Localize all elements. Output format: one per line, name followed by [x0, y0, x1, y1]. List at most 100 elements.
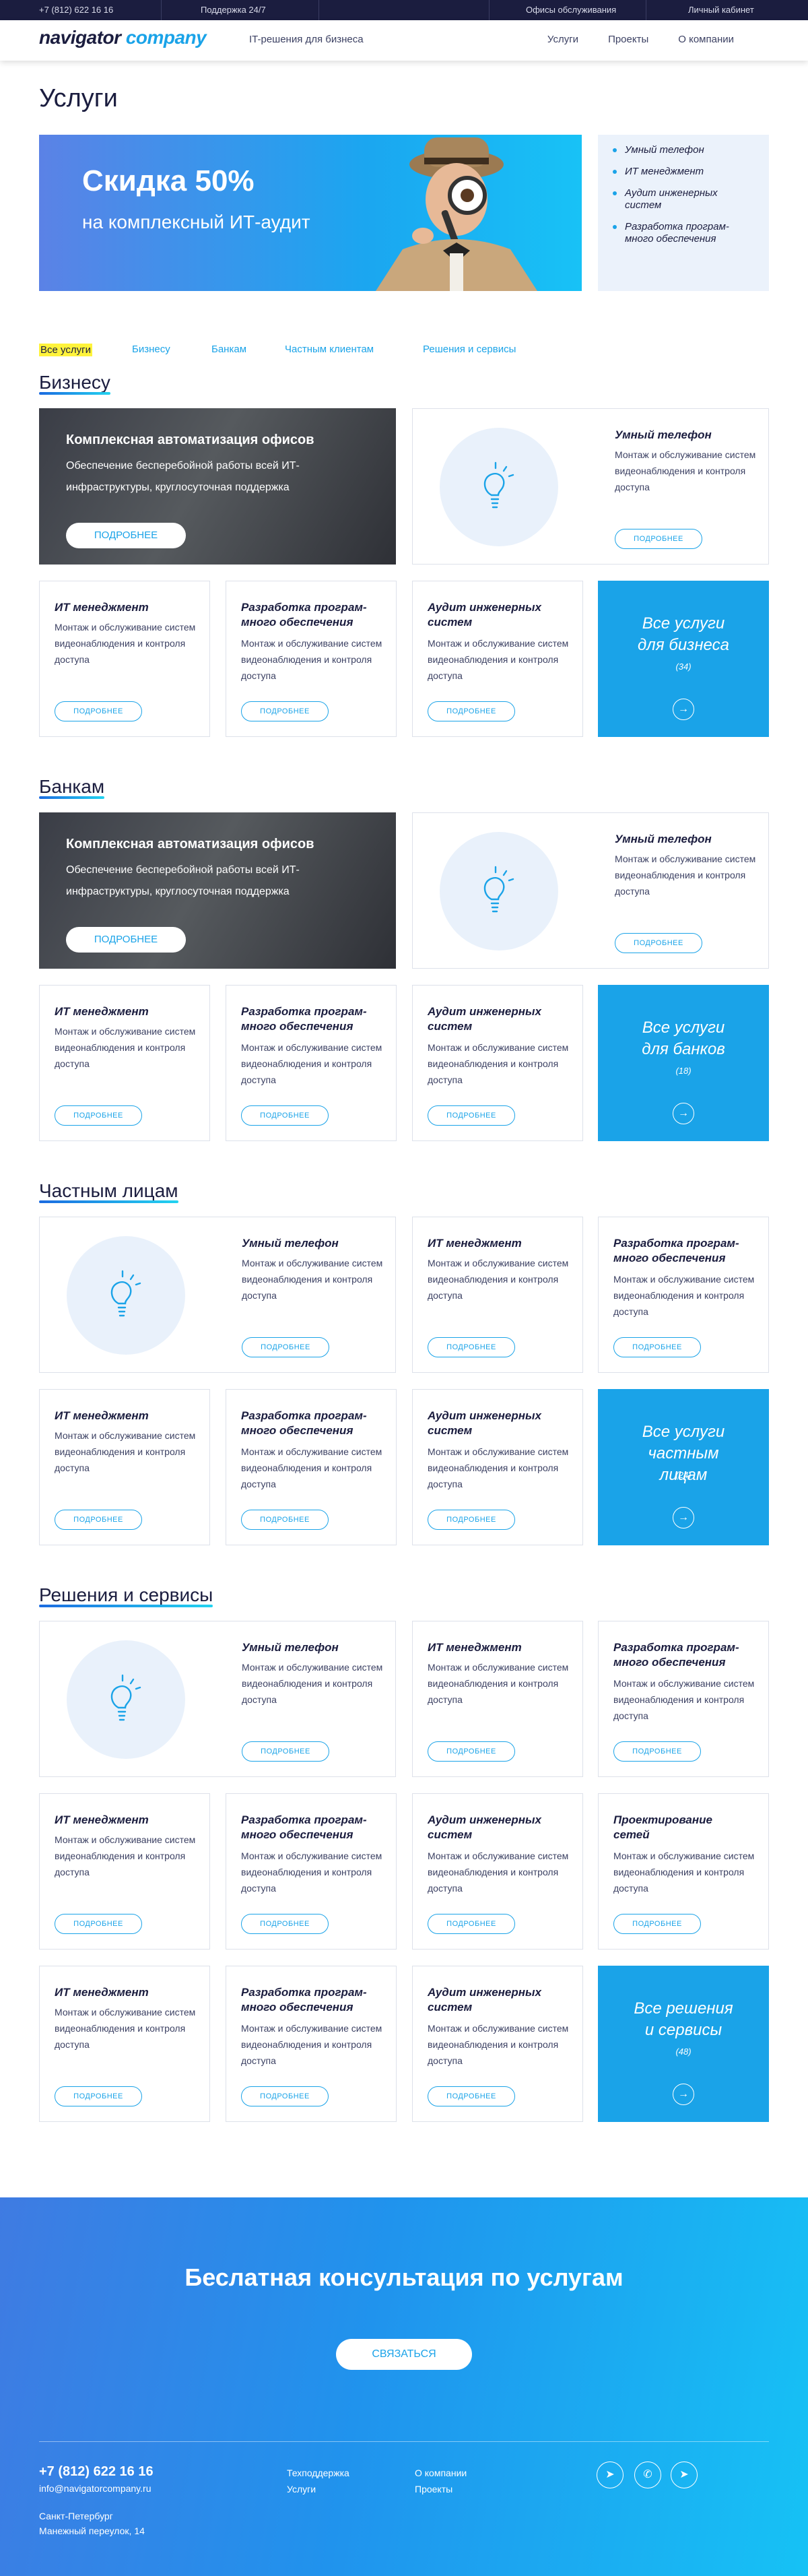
- top-support-link[interactable]: Поддержка 24/7: [162, 0, 319, 20]
- filter-all[interactable]: Все услуги: [39, 344, 92, 356]
- hero-list-item[interactable]: Разработка програм-много обеспечения: [613, 221, 755, 245]
- whatsapp-icon[interactable]: ✆: [634, 2461, 661, 2488]
- service-card[interactable]: ИТ менеджмент Монтаж и обслуживание сист…: [412, 1621, 583, 1777]
- arrow-right-icon[interactable]: →: [673, 2084, 694, 2105]
- all-services-card[interactable]: Все услуги для банков (18) →: [598, 985, 769, 1141]
- section-title-solutions: Решения и сервисы: [39, 1584, 213, 1607]
- nav-services[interactable]: Услуги: [547, 34, 578, 45]
- hero-list-item[interactable]: Аудит инженерных систем: [613, 187, 755, 212]
- top-phone[interactable]: +7 (812) 622 16 16: [0, 0, 162, 20]
- more-button[interactable]: ПОДРОБНЕЕ: [66, 523, 186, 548]
- arrow-right-icon[interactable]: →: [673, 1507, 694, 1528]
- footer-phone[interactable]: +7 (812) 622 16 16: [39, 2464, 154, 2480]
- more-button[interactable]: ПОДРОБНЕЕ: [428, 1510, 515, 1530]
- footer-link-services[interactable]: Услуги: [287, 2481, 349, 2497]
- office-automation-card[interactable]: Комплексная автоматизация офисов Обеспеч…: [39, 812, 396, 969]
- footer-email[interactable]: info@navigatorcompany.ru: [39, 2483, 151, 2494]
- card-title: Разработка програм-много обеспечения: [613, 1237, 739, 1264]
- filter-private[interactable]: Частным клиентам: [285, 344, 374, 355]
- service-card[interactable]: Разработка програм-много обеспечения Мон…: [226, 1793, 397, 1950]
- logo[interactable]: navigator company: [39, 27, 207, 49]
- more-button[interactable]: ПОДРОБНЕЕ: [242, 1741, 329, 1762]
- all-services-card[interactable]: Все услуги частным лицам (24) →: [598, 1389, 769, 1545]
- more-button[interactable]: ПОДРОБНЕЕ: [242, 1337, 329, 1357]
- card-description: Монтаж и обслуживание систем видеонаблюд…: [55, 622, 196, 665]
- service-card[interactable]: Разработка програм-много обеспечения Мон…: [226, 581, 397, 737]
- more-button[interactable]: ПОДРОБНЕЕ: [428, 2086, 515, 2106]
- more-button[interactable]: ПОДРОБНЕЕ: [241, 1105, 329, 1126]
- service-card[interactable]: ИТ менеджмент Монтаж и обслуживание сист…: [39, 1793, 210, 1950]
- service-card[interactable]: ИТ менеджмент Монтаж и обслуживание сист…: [412, 1217, 583, 1373]
- service-card[interactable]: Разработка програм-много обеспечения Мон…: [226, 1389, 397, 1545]
- more-button[interactable]: ПОДРОБНЕЕ: [241, 1914, 329, 1934]
- more-button[interactable]: ПОДРОБНЕЕ: [55, 1914, 142, 1934]
- all-services-card[interactable]: Все услуги для бизнеса (34) →: [598, 581, 769, 737]
- more-button[interactable]: ПОДРОБНЕЕ: [428, 1337, 515, 1357]
- smart-phone-card[interactable]: Умный телефон Монтаж и обслуживание сист…: [412, 812, 769, 969]
- service-card[interactable]: Аудит инженерных систем Монтаж и обслужи…: [412, 581, 583, 737]
- all-services-card[interactable]: Все решения и сервисы (48) →: [598, 1966, 769, 2122]
- card-title: ИТ менеджмент: [55, 1986, 149, 1999]
- more-button[interactable]: ПОДРОБНЕЕ: [66, 927, 186, 953]
- section-title-text: Решения и сервисы: [39, 1584, 213, 1605]
- arrow-right-icon[interactable]: →: [673, 699, 694, 720]
- service-card[interactable]: ИТ менеджмент Монтаж и обслуживание сист…: [39, 1966, 210, 2122]
- logo-part-2: company: [125, 27, 207, 48]
- hero-list-item[interactable]: ИТ менеджмент: [613, 166, 755, 178]
- more-button[interactable]: ПОДРОБНЕЕ: [615, 529, 702, 549]
- smart-phone-card[interactable]: Умный телефон Монтаж и обслуживание сист…: [412, 408, 769, 565]
- service-card[interactable]: Аудит инженерных систем Монтаж и обслужи…: [412, 1389, 583, 1545]
- nav-about[interactable]: О компании: [678, 34, 734, 45]
- top-cabinet-link[interactable]: Личный кабинет: [646, 0, 808, 20]
- more-button[interactable]: ПОДРОБНЕЕ: [428, 1914, 515, 1934]
- filter-banks[interactable]: Банкам: [211, 344, 246, 355]
- more-button[interactable]: ПОДРОБНЕЕ: [241, 701, 329, 721]
- more-button[interactable]: ПОДРОБНЕЕ: [615, 933, 702, 953]
- service-card[interactable]: Разработка програм-много обеспечения Мон…: [226, 985, 397, 1141]
- more-button[interactable]: ПОДРОБНЕЕ: [55, 1510, 142, 1530]
- lightbulb-icon: [110, 1270, 141, 1317]
- hero-list-item[interactable]: Умный телефон: [613, 144, 755, 156]
- more-button[interactable]: ПОДРОБНЕЕ: [55, 1105, 142, 1126]
- service-card[interactable]: Разработка програм-много обеспечения Мон…: [226, 1966, 397, 2122]
- service-card[interactable]: Разработка програм-много обеспечения Мон…: [598, 1621, 769, 1777]
- more-button[interactable]: ПОДРОБНЕЕ: [55, 2086, 142, 2106]
- service-card[interactable]: Аудит инженерных систем Монтаж и обслужи…: [412, 1793, 583, 1950]
- more-button[interactable]: ПОДРОБНЕЕ: [55, 701, 142, 721]
- hero-banner[interactable]: Скидка 50% на комплексный ИТ-аудит: [39, 135, 582, 291]
- top-offices-link[interactable]: Офисы обслуживания: [489, 0, 646, 20]
- more-button[interactable]: ПОДРОБНЕЕ: [241, 1510, 329, 1530]
- filter-business[interactable]: Бизнесу: [132, 344, 170, 355]
- more-button[interactable]: ПОДРОБНЕЕ: [613, 1741, 701, 1762]
- nav-projects[interactable]: Проекты: [608, 34, 648, 45]
- more-button[interactable]: ПОДРОБНЕЕ: [613, 1337, 701, 1357]
- service-card[interactable]: ИТ менеджмент Монтаж и обслуживание сист…: [39, 1389, 210, 1545]
- telegram-icon[interactable]: ➤: [597, 2461, 624, 2488]
- card-title: ИТ менеджмент: [55, 1005, 149, 1018]
- more-button[interactable]: ПОДРОБНЕЕ: [428, 1741, 515, 1762]
- card-title: Проектирование сетей: [613, 1813, 712, 1841]
- card-description: Монтаж и обслуживание систем видеонаблюд…: [241, 638, 382, 681]
- footer-link-about[interactable]: О компании: [415, 2465, 467, 2481]
- service-card[interactable]: Аудит инженерных систем Монтаж и обслужи…: [412, 1966, 583, 2122]
- card-title: Умный телефон: [615, 428, 712, 441]
- footer-link-support[interactable]: Техподдержка: [287, 2465, 349, 2481]
- more-button[interactable]: ПОДРОБНЕЕ: [428, 701, 515, 721]
- arrow-right-icon[interactable]: →: [673, 1103, 694, 1124]
- office-automation-card[interactable]: Комплексная автоматизация офисов Обеспеч…: [39, 408, 396, 565]
- more-button[interactable]: ПОДРОБНЕЕ: [241, 2086, 329, 2106]
- more-button[interactable]: ПОДРОБНЕЕ: [428, 1105, 515, 1126]
- service-card[interactable]: ИТ менеджмент Монтаж и обслуживание сист…: [39, 581, 210, 737]
- filter-solutions[interactable]: Решения и сервисы: [423, 344, 516, 355]
- smart-phone-card[interactable]: Умный телефон Монтаж и обслуживание сист…: [39, 1621, 396, 1777]
- service-card[interactable]: ИТ менеджмент Монтаж и обслуживание сист…: [39, 985, 210, 1141]
- service-card[interactable]: Разработка програм-много обеспечения Мон…: [598, 1217, 769, 1373]
- telegram-icon[interactable]: ➤: [671, 2461, 698, 2488]
- detective-illustration: [376, 137, 537, 291]
- smart-phone-card[interactable]: Умный телефон Монтаж и обслуживание сист…: [39, 1217, 396, 1373]
- service-card[interactable]: Проектирование сетей Монтаж и обслуживан…: [598, 1793, 769, 1950]
- service-card[interactable]: Аудит инженерных систем Монтаж и обслужи…: [412, 985, 583, 1141]
- footer-link-projects[interactable]: Проекты: [415, 2481, 467, 2497]
- contact-button[interactable]: СВЯЗАТЬСЯ: [336, 2339, 472, 2370]
- more-button[interactable]: ПОДРОБНЕЕ: [613, 1914, 701, 1934]
